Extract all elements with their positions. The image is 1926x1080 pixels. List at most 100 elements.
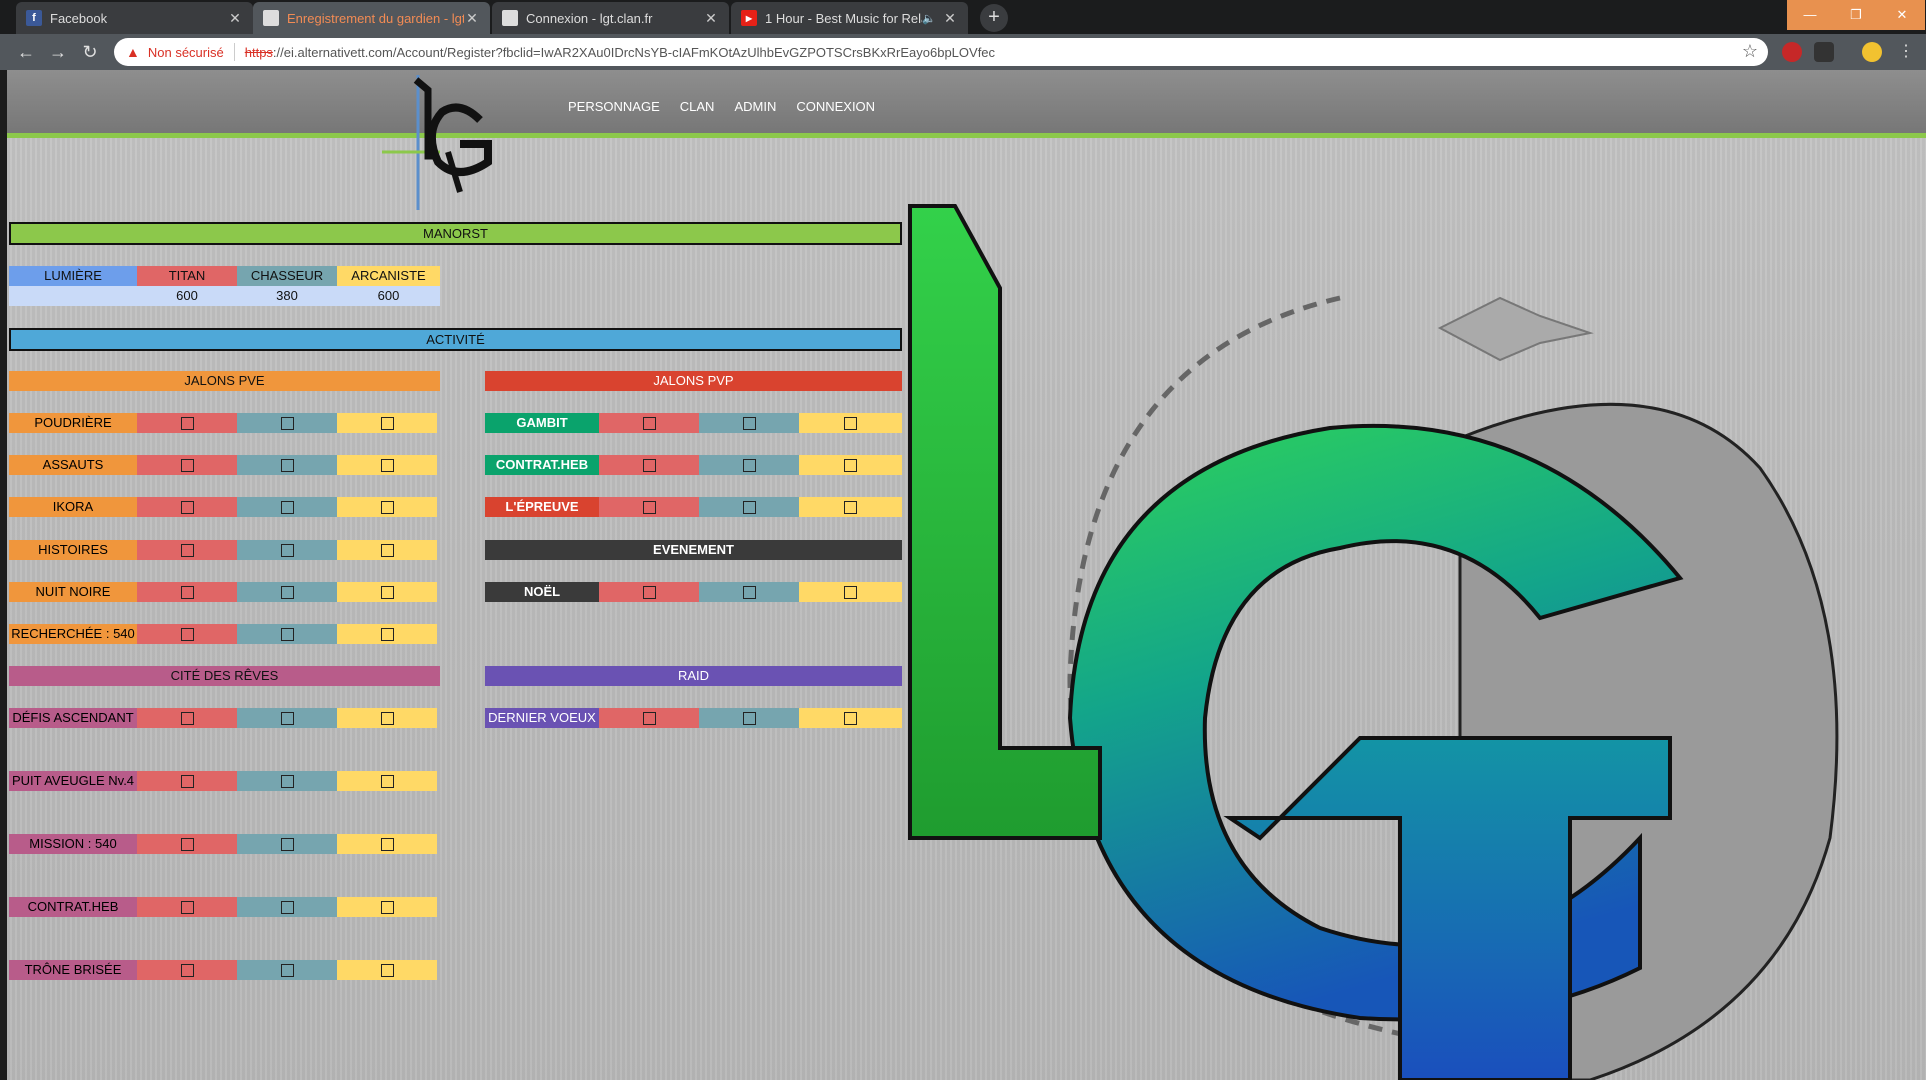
warlock-checkbox[interactable] <box>380 458 394 472</box>
hunter-checkbox[interactable] <box>280 500 294 514</box>
extension-icon[interactable] <box>1782 42 1802 62</box>
activity-label: RECHERCHÉE : 540 <box>9 624 137 644</box>
titan-checkbox[interactable] <box>642 416 656 430</box>
hunter-checkbox[interactable] <box>742 416 756 430</box>
speaker-icon[interactable]: 🔈 <box>922 12 936 25</box>
hunter-checkbox[interactable] <box>280 837 294 851</box>
tab-register[interactable]: Enregistrement du gardien - lgt.clan.fr … <box>253 2 490 34</box>
hunter-cell <box>237 413 337 433</box>
extension-icon[interactable] <box>1814 42 1834 62</box>
menu-dots-icon[interactable]: ⋮ <box>1894 40 1918 64</box>
warlock-checkbox[interactable] <box>380 900 394 914</box>
forward-icon[interactable]: → <box>46 40 70 64</box>
hunter-checkbox[interactable] <box>742 711 756 725</box>
titan-checkbox[interactable] <box>642 458 656 472</box>
pvp-row: GAMBIT <box>485 413 902 433</box>
tab-facebook[interactable]: f Facebook ✕ <box>16 2 253 34</box>
nav-connexion[interactable]: CONNEXION <box>796 99 875 114</box>
close-tab-icon[interactable]: ✕ <box>464 10 480 27</box>
activity-label: CONTRAT.HEB <box>9 897 137 917</box>
titan-checkbox[interactable] <box>180 627 194 641</box>
nav-clan[interactable]: CLAN <box>680 99 715 114</box>
warlock-checkbox[interactable] <box>380 837 394 851</box>
hunter-checkbox[interactable] <box>280 627 294 641</box>
hunter-checkbox[interactable] <box>280 774 294 788</box>
titan-checkbox[interactable] <box>642 500 656 514</box>
warlock-cell <box>799 455 902 475</box>
warlock-checkbox[interactable] <box>380 500 394 514</box>
hunter-checkbox[interactable] <box>742 500 756 514</box>
close-tab-icon[interactable]: ✕ <box>942 10 958 27</box>
warlock-checkbox[interactable] <box>380 543 394 557</box>
back-icon[interactable]: ← <box>14 40 38 64</box>
titan-cell <box>137 960 237 980</box>
hunter-checkbox[interactable] <box>280 543 294 557</box>
titan-checkbox[interactable] <box>180 416 194 430</box>
titan-cell <box>137 413 237 433</box>
address-bar[interactable]: ▲ Non sécurisé https ://ei.alternativett… <box>114 38 1768 66</box>
hunter-checkbox[interactable] <box>280 900 294 914</box>
warlock-checkbox[interactable] <box>380 711 394 725</box>
close-window-button[interactable]: ✕ <box>1879 0 1925 30</box>
titan-cell <box>137 771 237 791</box>
nav-admin[interactable]: ADMIN <box>734 99 776 114</box>
tab-youtube[interactable]: ▶ 1 Hour - Best Music for Relaxing 🔈 ✕ <box>731 2 968 34</box>
titan-checkbox[interactable] <box>180 963 194 977</box>
hunter-checkbox[interactable] <box>280 416 294 430</box>
header-chasseur: CHASSEUR <box>237 266 337 286</box>
hunter-checkbox[interactable] <box>742 458 756 472</box>
activity-label: MISSION : 540 <box>9 834 137 854</box>
titan-checkbox[interactable] <box>180 500 194 514</box>
dreams-row: PUIT AVEUGLE Nv.4 <box>9 771 437 791</box>
titan-checkbox[interactable] <box>180 585 194 599</box>
titan-checkbox[interactable] <box>180 543 194 557</box>
titan-checkbox[interactable] <box>180 900 194 914</box>
hunter-checkbox[interactable] <box>280 585 294 599</box>
hunter-checkbox[interactable] <box>742 585 756 599</box>
warlock-checkbox[interactable] <box>844 711 857 725</box>
close-tab-icon[interactable]: ✕ <box>227 10 243 27</box>
jalons-pvp-header: JALONS PVP <box>485 371 902 391</box>
pve-row: IKORA <box>9 497 437 517</box>
titan-checkbox[interactable] <box>180 837 194 851</box>
titan-checkbox[interactable] <box>642 585 656 599</box>
activity-label: PUIT AVEUGLE Nv.4 <box>9 771 137 791</box>
warlock-checkbox[interactable] <box>380 585 394 599</box>
titan-checkbox[interactable] <box>180 774 194 788</box>
hunter-checkbox[interactable] <box>280 458 294 472</box>
minimize-window-button[interactable]: — <box>1787 0 1833 30</box>
activity-label: CONTRAT.HEB <box>485 455 599 475</box>
warlock-checkbox[interactable] <box>844 585 857 599</box>
site-logo[interactable] <box>380 70 520 210</box>
url-text: ://ei.alternativett.com/Account/Register… <box>272 44 996 60</box>
lgt-background-logo <box>908 204 1839 1080</box>
security-label: Non sécurisé <box>147 44 224 60</box>
pve-row: RECHERCHÉE : 540 <box>9 624 437 644</box>
warlock-checkbox[interactable] <box>844 500 857 514</box>
activity-label: NUIT NOIRE <box>9 582 137 602</box>
warlock-checkbox[interactable] <box>380 627 394 641</box>
tab-connexion[interactable]: Connexion - lgt.clan.fr ✕ <box>492 2 729 34</box>
reload-icon[interactable]: ↻ <box>78 40 102 64</box>
warlock-checkbox[interactable] <box>844 458 857 472</box>
facebook-icon: f <box>26 10 42 26</box>
hunter-cell <box>237 455 337 475</box>
dreams-row: TRÔNE BRISÉE <box>9 960 437 980</box>
warlock-checkbox[interactable] <box>380 963 394 977</box>
titan-checkbox[interactable] <box>642 711 656 725</box>
profile-emoji-icon[interactable] <box>1862 42 1882 62</box>
nav-personnage[interactable]: PERSONNAGE <box>568 99 660 114</box>
header-lumiere: LUMIÈRE <box>9 266 137 286</box>
new-tab-button[interactable]: + <box>980 4 1008 32</box>
warlock-cell <box>799 582 902 602</box>
restore-window-button[interactable]: ❐ <box>1833 0 1879 30</box>
hunter-checkbox[interactable] <box>280 963 294 977</box>
warlock-checkbox[interactable] <box>380 774 394 788</box>
hunter-checkbox[interactable] <box>280 711 294 725</box>
titan-checkbox[interactable] <box>180 711 194 725</box>
warlock-checkbox[interactable] <box>844 416 857 430</box>
bookmark-star-icon[interactable]: ☆ <box>1742 41 1758 62</box>
close-tab-icon[interactable]: ✕ <box>703 10 719 27</box>
warlock-checkbox[interactable] <box>380 416 394 430</box>
titan-checkbox[interactable] <box>180 458 194 472</box>
